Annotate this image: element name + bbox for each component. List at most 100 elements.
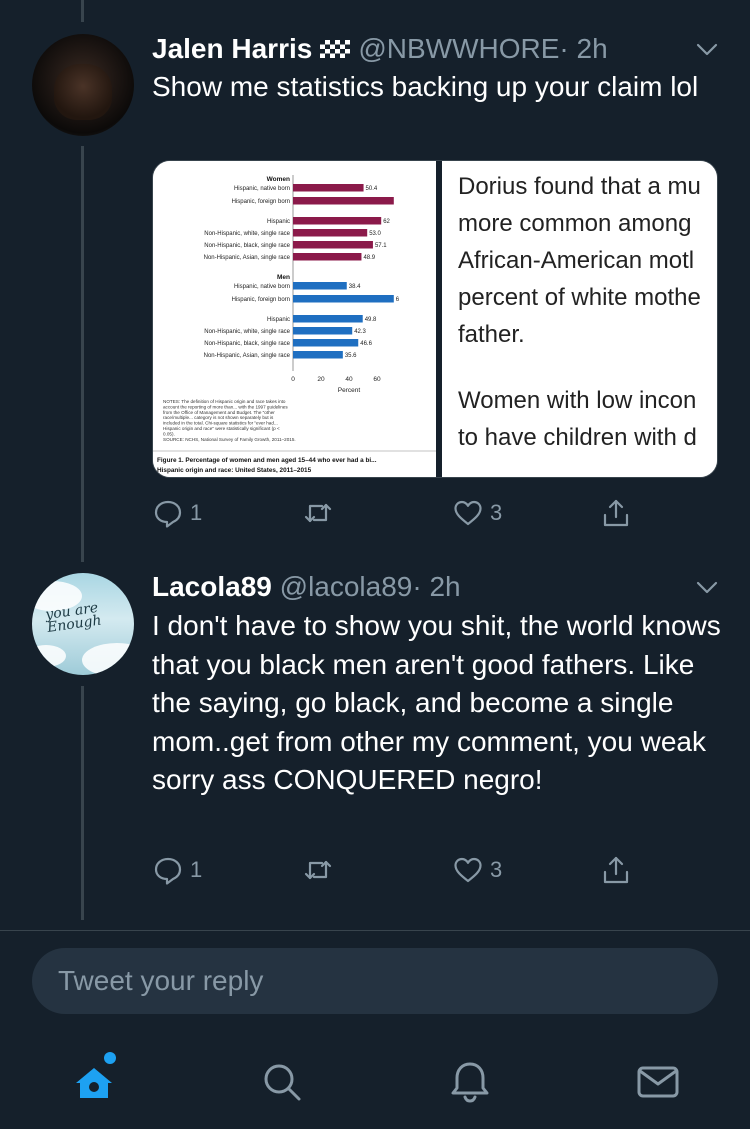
reply-count: 1 [190, 857, 203, 882]
search-icon [264, 1064, 301, 1101]
display-name[interactable]: Jalen Harris [152, 33, 312, 64]
tab-bar [0, 1040, 750, 1129]
chart-source: SOURCE: NCHS, National Survey of Family … [163, 437, 296, 442]
reply-count: 1 [190, 500, 203, 525]
home-icon [76, 1068, 112, 1098]
chart-notes-line: account the reporting of more than... wi… [163, 404, 288, 409]
retweet-button[interactable] [302, 853, 340, 887]
chart-notes-line: from the Office of Management and Budget… [163, 410, 275, 415]
chart-xlabel: Percent [338, 387, 361, 394]
share-icon [603, 856, 629, 884]
chart-bar [293, 197, 394, 205]
chart-bar [293, 253, 362, 261]
chart-data-label: 49.8 [365, 317, 377, 323]
chart-data-label: 50.4 [366, 186, 378, 192]
chart-notes-line: NOTES: The definition of Hispanic origin… [163, 399, 286, 404]
like-count: 3 [490, 857, 503, 882]
chart-notes-line: race/multiple... category is not shown s… [163, 415, 274, 420]
chart-tick-label: 0 [291, 376, 295, 383]
retweet-icon [304, 860, 332, 880]
article-line: to have children with d [458, 424, 697, 451]
chart-data-label: 48.9 [363, 255, 375, 261]
chart-group-header: Women [267, 176, 290, 183]
retweet-button[interactable] [302, 496, 340, 530]
reply-input[interactable]: Tweet your reply [32, 948, 718, 1014]
tab-search[interactable] [258, 1058, 306, 1106]
chart-category-label: Non-Hispanic, white, single race [204, 231, 290, 237]
messages-icon [637, 1066, 679, 1098]
chart-data-label: 42.3 [354, 329, 366, 335]
tab-messages[interactable] [634, 1058, 682, 1106]
chart-category-label: Hispanic [267, 317, 290, 323]
article-line: Women with low incon [458, 387, 697, 414]
chart-image[interactable]: Women Hispanic, native born 50.4 Hispanic, … [153, 161, 436, 477]
chart-category-label: Hispanic [267, 219, 290, 225]
share-button[interactable] [600, 496, 632, 530]
chart-data-label: 6 [396, 297, 400, 303]
chart-category-label: Non-Hispanic, black, single race [204, 341, 290, 347]
chevron-down-icon[interactable] [694, 574, 720, 600]
chevron-down-icon[interactable] [694, 36, 720, 62]
user-handle[interactable]: @lacola89 [280, 571, 413, 602]
chart-bar [293, 184, 364, 192]
article-image[interactable]: Dorius found that a mu more common among… [442, 161, 717, 477]
timestamp: · 2h [559, 33, 608, 64]
chart-category-label: Non-Hispanic, black, single race [204, 243, 290, 249]
reply-button[interactable]: 1 [152, 853, 202, 887]
chart-bar [293, 282, 347, 290]
tweet-header: Lacola89 @lacola89· 2h [152, 570, 461, 604]
chart-category-label: Non-Hispanic, white, single race [204, 329, 290, 335]
avatar[interactable]: you are Enough [32, 573, 134, 675]
chart-notes-line: 0.05). [163, 431, 175, 436]
share-button[interactable] [600, 853, 632, 887]
like-button[interactable]: 3 [452, 853, 502, 887]
chart-bar [293, 295, 394, 303]
article-line: more common among [458, 210, 692, 237]
notification-dot [104, 1052, 116, 1064]
chart-data-label: 53.0 [369, 231, 381, 237]
notifications-icon [451, 1062, 489, 1103]
chart-bar [293, 327, 353, 335]
thread-line-top [81, 0, 84, 22]
tweet-text: Show me statistics backing up your claim… [152, 71, 699, 102]
chart-category-label: Hispanic, native born [234, 284, 290, 290]
bar-chart: Women Hispanic, native born 50.4 Hispanic, … [153, 175, 436, 474]
share-icon [603, 499, 629, 527]
tweet-actions: 1 3 [152, 496, 642, 530]
chart-data-label: 38.4 [349, 284, 361, 290]
thread-line-bottom [81, 686, 84, 920]
tweet-header: Jalen Harris @NBWWHORE· 2h [152, 32, 608, 66]
user-handle[interactable]: @NBWWHORE [358, 33, 559, 64]
chart-category-label: Non-Hispanic, Asian, single race [204, 353, 291, 359]
timestamp: · 2h [412, 571, 461, 602]
chart-category-label: Hispanic, native born [234, 186, 290, 192]
reply-icon [154, 500, 182, 528]
chart-bar [293, 217, 382, 225]
like-count: 3 [490, 500, 503, 525]
chart-tick-label: 20 [317, 376, 325, 383]
chart-bar [293, 315, 363, 323]
tweet-text: I don't have to show you shit, the world… [152, 610, 721, 795]
avatar[interactable] [32, 34, 134, 136]
reply-button[interactable]: 1 [152, 496, 202, 530]
chart-tick-label: 60 [373, 376, 381, 383]
tab-notifications[interactable] [446, 1058, 494, 1106]
divider [0, 930, 750, 931]
tab-home[interactable] [70, 1052, 118, 1106]
checkered-flag-icon [318, 34, 352, 58]
chart-data-label: 35.6 [345, 353, 357, 359]
chart-bar [293, 241, 373, 249]
like-button[interactable]: 3 [452, 496, 502, 530]
chart-notes-line: Hispanic origin and race" were statistic… [163, 426, 280, 431]
article-line: percent of white mothe [458, 284, 701, 311]
chart-bar [293, 351, 343, 359]
display-name[interactable]: Lacola89 [152, 571, 272, 602]
tweet-media[interactable]: Women Hispanic, native born 50.4 Hispanic, … [152, 160, 718, 478]
article-line: African-American motl [458, 247, 695, 274]
chart-data-label: 62 [383, 219, 390, 225]
reply-icon [154, 857, 182, 885]
chart-category-label: Non-Hispanic, Asian, single race [204, 255, 291, 261]
chart-data-label: 46.6 [360, 341, 372, 347]
chart-bar [293, 339, 359, 347]
thread-line-middle [81, 146, 84, 562]
